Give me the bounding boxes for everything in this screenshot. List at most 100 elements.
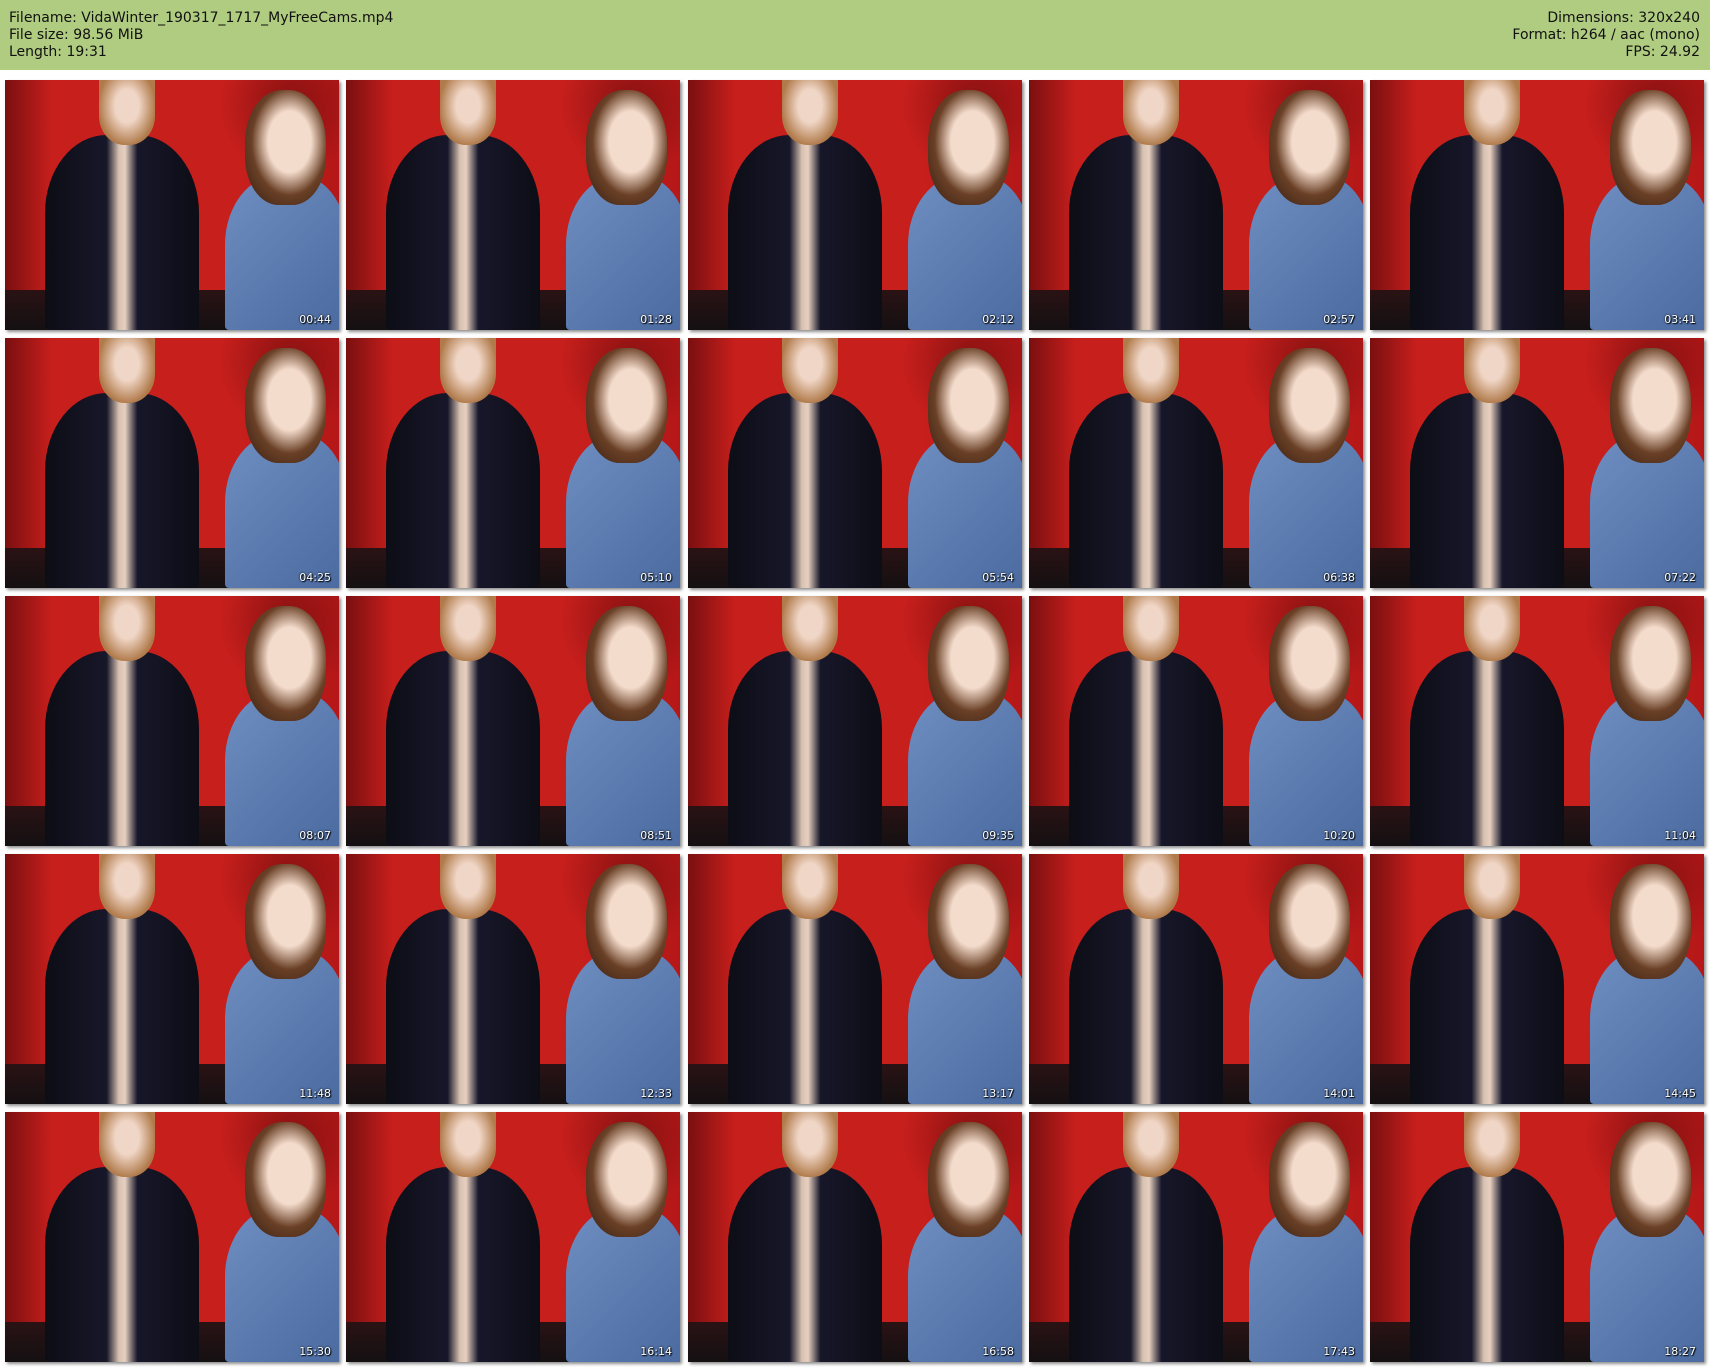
thumbnail-timestamp: 06:38	[1323, 571, 1355, 584]
video-thumbnail[interactable]: 14:45	[1370, 854, 1704, 1104]
video-thumbnail[interactable]: 02:12	[688, 80, 1022, 330]
thumbnail-timestamp: 04:25	[299, 571, 331, 584]
thumbnail-figure	[1410, 135, 1564, 330]
thumbnail-figure-head	[781, 338, 839, 403]
thumbnail-figure-head	[1122, 80, 1180, 145]
thumbnail-figure	[1069, 651, 1223, 846]
thumbnail-figure	[728, 909, 882, 1104]
thumbnail-figure-head	[98, 596, 156, 661]
thumbnail-timestamp: 05:54	[982, 571, 1014, 584]
thumbnail-figure-head	[98, 854, 156, 919]
thumbnail-timestamp: 10:20	[1323, 829, 1355, 842]
thumbnail-figure-head	[1122, 854, 1180, 919]
thumbnail-figure-head	[1610, 1122, 1691, 1237]
video-thumbnail[interactable]: 05:10	[346, 338, 680, 588]
thumbnail-figure-head	[245, 606, 326, 721]
thumbnail-timestamp: 16:58	[982, 1345, 1014, 1358]
video-thumbnail[interactable]: 10:20	[1029, 596, 1363, 846]
thumbnail-timestamp: 12:33	[640, 1087, 672, 1100]
video-thumbnail[interactable]: 11:48	[5, 854, 339, 1104]
video-thumbnail[interactable]: 17:43	[1029, 1112, 1363, 1362]
thumbnail-figure-head	[439, 338, 497, 403]
thumbnail-timestamp: 08:51	[640, 829, 672, 842]
video-thumbnail[interactable]: 12:33	[346, 854, 680, 1104]
thumbnail-figure	[1410, 909, 1564, 1104]
thumbnail-figure	[1410, 393, 1564, 588]
thumbnail-figure-head	[1463, 854, 1521, 919]
thumbnail-timestamp: 02:12	[982, 313, 1014, 326]
thumbnail-figure	[728, 393, 882, 588]
thumbnail-figure	[1410, 1167, 1564, 1362]
thumbnail-figure-head	[1610, 348, 1691, 463]
thumbnail-figure	[386, 135, 540, 330]
video-thumbnail[interactable]: 16:58	[688, 1112, 1022, 1362]
video-thumbnail[interactable]: 04:25	[5, 338, 339, 588]
thumbnail-timestamp: 08:07	[299, 829, 331, 842]
video-thumbnail[interactable]: 05:54	[688, 338, 1022, 588]
thumbnail-figure	[45, 909, 199, 1104]
thumbnail-figure	[1410, 651, 1564, 846]
thumbnail-figure	[386, 651, 540, 846]
thumbnail-figure	[386, 909, 540, 1104]
video-thumbnail[interactable]: 08:51	[346, 596, 680, 846]
thumbnail-figure-head	[1122, 596, 1180, 661]
thumbnail-timestamp: 11:04	[1664, 829, 1696, 842]
thumbnail-figure-head	[928, 606, 1009, 721]
thumbnail-timestamp: 14:45	[1664, 1087, 1696, 1100]
thumbnail-figure-head	[245, 1122, 326, 1237]
video-thumbnail[interactable]: 01:28	[346, 80, 680, 330]
thumbnail-figure	[1069, 135, 1223, 330]
video-thumbnail[interactable]: 00:44	[5, 80, 339, 330]
thumbnail-figure	[1069, 1167, 1223, 1362]
thumbnail-figure-head	[586, 606, 667, 721]
thumbnail-figure	[1069, 393, 1223, 588]
thumbnail-timestamp: 16:14	[640, 1345, 672, 1358]
thumbnail-figure-head	[928, 90, 1009, 205]
video-thumbnail[interactable]: 14:01	[1029, 854, 1363, 1104]
thumbnail-timestamp: 15:30	[299, 1345, 331, 1358]
thumbnail-figure-head	[1610, 606, 1691, 721]
thumbnail-figure-head	[586, 90, 667, 205]
thumbnail-figure-head	[1463, 338, 1521, 403]
thumbnail-figure-head	[1269, 864, 1350, 979]
thumbnail-figure-head	[245, 348, 326, 463]
thumbnail-figure-head	[439, 596, 497, 661]
thumbnail-figure-head	[1269, 1122, 1350, 1237]
thumbnail-figure	[45, 393, 199, 588]
video-thumbnail[interactable]: 08:07	[5, 596, 339, 846]
thumbnail-timestamp: 05:10	[640, 571, 672, 584]
thumbnail-timestamp: 02:57	[1323, 313, 1355, 326]
thumbnail-figure-head	[1122, 338, 1180, 403]
video-thumbnail[interactable]: 02:57	[1029, 80, 1363, 330]
thumbnail-figure-head	[1463, 1112, 1521, 1177]
thumbnail-figure-head	[1269, 348, 1350, 463]
thumbnail-figure-head	[781, 596, 839, 661]
thumbnail-figure	[45, 1167, 199, 1362]
thumbnail-figure-head	[1463, 596, 1521, 661]
video-thumbnail[interactable]: 15:30	[5, 1112, 339, 1362]
thumbnail-figure-head	[98, 1112, 156, 1177]
thumbnail-timestamp: 13:17	[982, 1087, 1014, 1100]
video-thumbnail[interactable]: 09:35	[688, 596, 1022, 846]
video-thumbnail[interactable]: 13:17	[688, 854, 1022, 1104]
thumbnail-figure-head	[586, 348, 667, 463]
thumbnail-figure-head	[1269, 90, 1350, 205]
thumbnail-timestamp: 17:43	[1323, 1345, 1355, 1358]
thumbnail-figure	[45, 651, 199, 846]
thumbnail-figure-head	[1610, 864, 1691, 979]
thumbnail-figure-head	[928, 864, 1009, 979]
thumbnail-timestamp: 03:41	[1664, 313, 1696, 326]
thumbnail-figure-head	[439, 80, 497, 145]
thumbnail-timestamp: 14:01	[1323, 1087, 1355, 1100]
video-thumbnail[interactable]: 06:38	[1029, 338, 1363, 588]
thumbnail-figure	[728, 135, 882, 330]
video-thumbnail[interactable]: 03:41	[1370, 80, 1704, 330]
thumbnail-figure-head	[586, 1122, 667, 1237]
video-thumbnail[interactable]: 07:22	[1370, 338, 1704, 588]
thumbnail-figure-head	[928, 348, 1009, 463]
video-thumbnail[interactable]: 16:14	[346, 1112, 680, 1362]
thumbnail-timestamp: 11:48	[299, 1087, 331, 1100]
thumbnail-figure	[386, 1167, 540, 1362]
video-thumbnail[interactable]: 11:04	[1370, 596, 1704, 846]
video-thumbnail[interactable]: 18:27	[1370, 1112, 1704, 1362]
